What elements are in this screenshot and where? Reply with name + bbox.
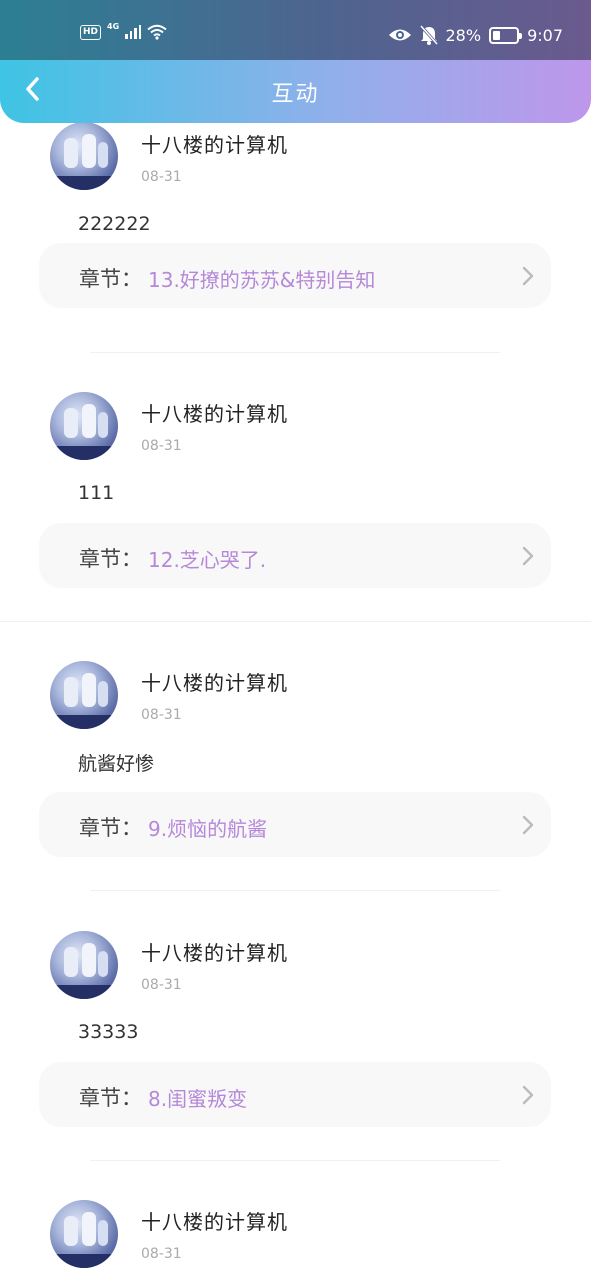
comment-date: 08-31 (141, 438, 182, 454)
chapter-link[interactable]: 章节： 13.好撩的苏苏&特别告知 (39, 243, 551, 308)
chapter-title: 9.烦恼的航酱 (148, 817, 268, 841)
clock: 9:07 (527, 25, 563, 45)
wifi-icon (147, 24, 167, 40)
comment-date: 08-31 (141, 977, 182, 993)
comment-item: 十八楼的计算机 08-31 33333 章节： 8.闺蜜叛变 (0, 931, 591, 1131)
chevron-right-icon (522, 266, 534, 286)
chevron-right-icon (522, 815, 534, 835)
comment-text: 222222 (78, 213, 151, 235)
comment-username[interactable]: 十八楼的计算机 (141, 129, 288, 158)
battery-percent: 28% (445, 25, 482, 45)
comment-date: 08-31 (141, 1246, 182, 1262)
comment-text: 33333 (78, 1021, 139, 1043)
bell-muted-icon (419, 25, 438, 45)
page-title: 互动 (271, 82, 320, 107)
divider (90, 1160, 500, 1161)
signal-icon (125, 25, 142, 39)
comment-date: 08-31 (141, 707, 182, 723)
network-type: 4G (107, 21, 120, 31)
chevron-right-icon (522, 1085, 534, 1105)
comment-item: 十八楼的计算机 08-31 222222 章节： 13.好撩的苏苏&特别告知 (0, 123, 591, 308)
hd-badge: HD (80, 24, 102, 40)
avatar[interactable] (50, 1200, 118, 1268)
battery-icon (489, 26, 523, 44)
chapter-link[interactable]: 章节： 9.烦恼的航酱 (39, 792, 551, 857)
chapter-label: 章节： (79, 1086, 142, 1110)
chevron-right-icon (522, 546, 534, 566)
comment-username[interactable]: 十八楼的计算机 (141, 1206, 288, 1235)
comment-username[interactable]: 十八楼的计算机 (141, 398, 288, 427)
comment-text: 111 (78, 482, 115, 504)
comment-item: 十八楼的计算机 08-31 (0, 1200, 591, 1280)
eye-icon (388, 29, 411, 41)
chapter-label: 章节： (79, 547, 142, 571)
divider (90, 352, 500, 353)
comment-item: 十八楼的计算机 08-31 111 章节： 12.芝心哭了. (0, 392, 591, 592)
chapter-title: 8.闺蜜叛变 (148, 1087, 248, 1111)
navigation-bar: 互动 (0, 60, 591, 123)
avatar[interactable] (50, 123, 118, 190)
status-bar-left: HD 4G (80, 21, 167, 40)
status-bar-right: 28% 9:07 (388, 25, 563, 45)
chapter-label: 章节： (79, 816, 142, 840)
comment-username[interactable]: 十八楼的计算机 (141, 667, 288, 696)
status-bar: HD 4G 28% 9:07 (0, 0, 591, 60)
avatar[interactable] (50, 661, 118, 729)
header: HD 4G 28% 9:07 互动 (0, 0, 591, 123)
chapter-link[interactable]: 章节： 12.芝心哭了. (39, 523, 551, 588)
chapter-label: 章节： (79, 267, 142, 291)
divider (90, 890, 500, 891)
comment-list[interactable]: 十八楼的计算机 08-31 222222 章节： 13.好撩的苏苏&特别告知 十… (0, 123, 591, 1280)
chapter-link[interactable]: 章节： 8.闺蜜叛变 (39, 1062, 551, 1127)
avatar[interactable] (50, 931, 118, 999)
avatar[interactable] (50, 392, 118, 460)
comment-date: 08-31 (141, 169, 182, 185)
chapter-title: 12.芝心哭了. (148, 548, 267, 572)
comment-text: 航酱好惨 (78, 753, 155, 775)
chapter-title: 13.好撩的苏苏&特别告知 (148, 268, 376, 292)
comment-username[interactable]: 十八楼的计算机 (141, 937, 288, 966)
comment-item: 十八楼的计算机 08-31 航酱好惨 章节： 9.烦恼的航酱 (0, 661, 591, 861)
divider (0, 621, 591, 622)
